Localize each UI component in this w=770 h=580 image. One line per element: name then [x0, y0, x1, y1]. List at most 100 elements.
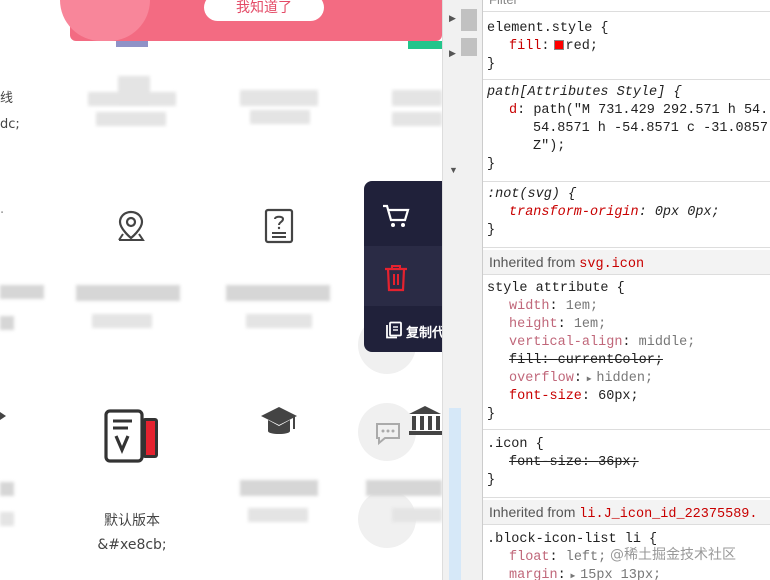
graduation-cap-icon — [261, 407, 297, 434]
blurred-label — [96, 112, 166, 126]
selector[interactable]: style attribute { — [487, 280, 770, 298]
rule-close: } — [487, 157, 496, 172]
property-value[interactable]: red; — [566, 39, 598, 54]
declaration-overridden[interactable]: fill: currentColor; — [487, 352, 770, 370]
property-name[interactable]: float — [509, 550, 550, 565]
tab-indicator — [116, 41, 148, 47]
expand-arrow-icon[interactable]: ▶ — [449, 13, 456, 24]
declaration-overridden[interactable]: font-size: 36px; — [487, 454, 770, 472]
blurred-label — [246, 314, 312, 328]
rule-not-svg: :not(svg) { transform-origin: 0px 0px; } — [483, 186, 770, 248]
blurred-label — [88, 92, 176, 106]
default-version-icon — [104, 409, 158, 463]
blurred-label — [248, 508, 308, 522]
declaration[interactable]: height: 1em; — [487, 316, 770, 334]
location-pin-icon — [118, 210, 145, 241]
got-it-button[interactable]: 我知道了 — [204, 0, 324, 21]
blurred-label — [0, 482, 14, 496]
blurred-label — [0, 316, 14, 330]
declaration[interactable]: width: 1em; — [487, 298, 770, 316]
gutter: ▶ ▶ ▼ — [446, 0, 460, 580]
selector[interactable]: path[Attributes Style] { — [487, 84, 770, 102]
property-value[interactable]: 0px 0px; — [655, 205, 720, 220]
side-text: dc; — [0, 117, 20, 132]
scrollbar-thumb[interactable] — [461, 9, 477, 31]
rule-close: } — [487, 473, 496, 488]
cart-icon[interactable] — [381, 203, 411, 229]
property-value[interactable]: path("M 731.429 292.571 h 54. — [533, 103, 768, 118]
icon-label: 默认版本 — [104, 513, 160, 529]
icon-unicode: &#xe8cb; — [97, 537, 167, 553]
side-text: 线 — [0, 91, 14, 106]
declaration[interactable]: fill: red; — [487, 38, 770, 56]
museum-icon — [409, 406, 442, 435]
rule-icon-class: .icon { font-size: 36px; } — [483, 436, 770, 498]
property-value-cont: 54.8571 h -54.8571 c -31.0857 — [533, 121, 768, 136]
property-value[interactable]: currentColor; — [558, 353, 663, 368]
inherited-source-link[interactable]: li.J_icon_id_22375589. — [579, 507, 757, 522]
declaration[interactable]: overflow: ▶ hidden; — [487, 370, 770, 388]
declaration[interactable]: margin: ▶ 15px 13px; — [487, 567, 770, 580]
filter-input[interactable]: Filter — [483, 0, 770, 12]
rule-style-attribute: style attribute { width: 1em; height: 1e… — [483, 280, 770, 430]
property-name[interactable]: d — [509, 103, 517, 118]
property-name[interactable]: width — [509, 299, 550, 314]
rule-path-attributes: path[Attributes Style] { d: path("M 731.… — [483, 84, 770, 182]
copy-icon[interactable] — [385, 321, 403, 339]
declaration[interactable]: transform-origin: 0px 0px; — [487, 204, 770, 222]
expand-arrow-icon[interactable]: ▶ — [582, 375, 596, 384]
property-name[interactable]: vertical-align — [509, 335, 622, 350]
property-name[interactable]: fill — [509, 353, 541, 368]
blurred-label — [226, 285, 330, 301]
declaration[interactable]: font-size: 60px; — [487, 388, 770, 406]
color-swatch[interactable] — [553, 40, 564, 50]
collapse-arrow-icon[interactable]: ▼ — [449, 165, 458, 175]
property-value[interactable]: 36px; — [598, 455, 639, 470]
question-doc-icon — [264, 208, 294, 244]
rule-close: } — [487, 223, 496, 238]
property-name[interactable]: fill — [509, 39, 541, 54]
copy-code-label[interactable]: 复制代 — [406, 322, 442, 341]
property-value[interactable]: hidden; — [596, 371, 653, 386]
blurred-label — [240, 90, 318, 106]
watermark: @稀土掘金技术社区 — [610, 547, 736, 563]
action-popup: 复制代 — [364, 181, 442, 352]
property-value[interactable]: 15px 13px; — [580, 568, 661, 580]
inherited-label: Inherited from — [489, 504, 576, 520]
blurred-label — [250, 110, 310, 124]
blurred-label — [92, 314, 152, 328]
property-value[interactable]: left; — [566, 550, 607, 565]
selector[interactable]: .icon { — [487, 436, 770, 454]
property-value[interactable]: 60px; — [598, 389, 639, 404]
inherited-header: Inherited from svg.icon — [483, 250, 770, 275]
styles-pane: Filter element.style { fill:red; } path[… — [482, 0, 770, 580]
partial-icon — [0, 412, 6, 420]
rule-close: } — [487, 407, 496, 422]
blurred-label — [366, 480, 442, 496]
blurred-label — [0, 512, 14, 526]
scrollbar-thumb[interactable] — [461, 38, 477, 56]
selector[interactable]: :not(svg) { — [487, 186, 770, 204]
inherited-source-link[interactable]: svg.icon — [579, 257, 644, 272]
property-value[interactable]: 1em; — [574, 317, 606, 332]
property-name[interactable]: font-size — [509, 455, 582, 470]
property-name[interactable]: font-size — [509, 389, 582, 404]
declaration[interactable]: vertical-align: middle; — [487, 334, 770, 352]
declaration[interactable]: d: path("M 731.429 292.571 h 54. — [487, 102, 770, 120]
property-name[interactable]: transform-origin — [509, 205, 639, 220]
property-value[interactable]: middle; — [639, 335, 696, 350]
expand-arrow-icon[interactable]: ▶ — [449, 48, 456, 59]
property-value[interactable]: 1em; — [566, 299, 598, 314]
property-name[interactable]: overflow — [509, 371, 574, 386]
blurred-label — [392, 90, 442, 106]
property-value-cont: Z"); — [533, 139, 566, 154]
expand-arrow-icon[interactable]: ▶ — [566, 572, 580, 580]
property-name[interactable]: margin — [509, 568, 558, 580]
side-mark: · — [0, 206, 5, 221]
blurred-label — [0, 285, 44, 299]
selector[interactable]: element.style { — [487, 20, 770, 38]
inherited-header: Inherited from li.J_icon_id_22375589. — [483, 500, 770, 525]
blurred-label — [392, 508, 442, 522]
trash-icon[interactable] — [383, 263, 409, 293]
property-name[interactable]: height — [509, 317, 558, 332]
